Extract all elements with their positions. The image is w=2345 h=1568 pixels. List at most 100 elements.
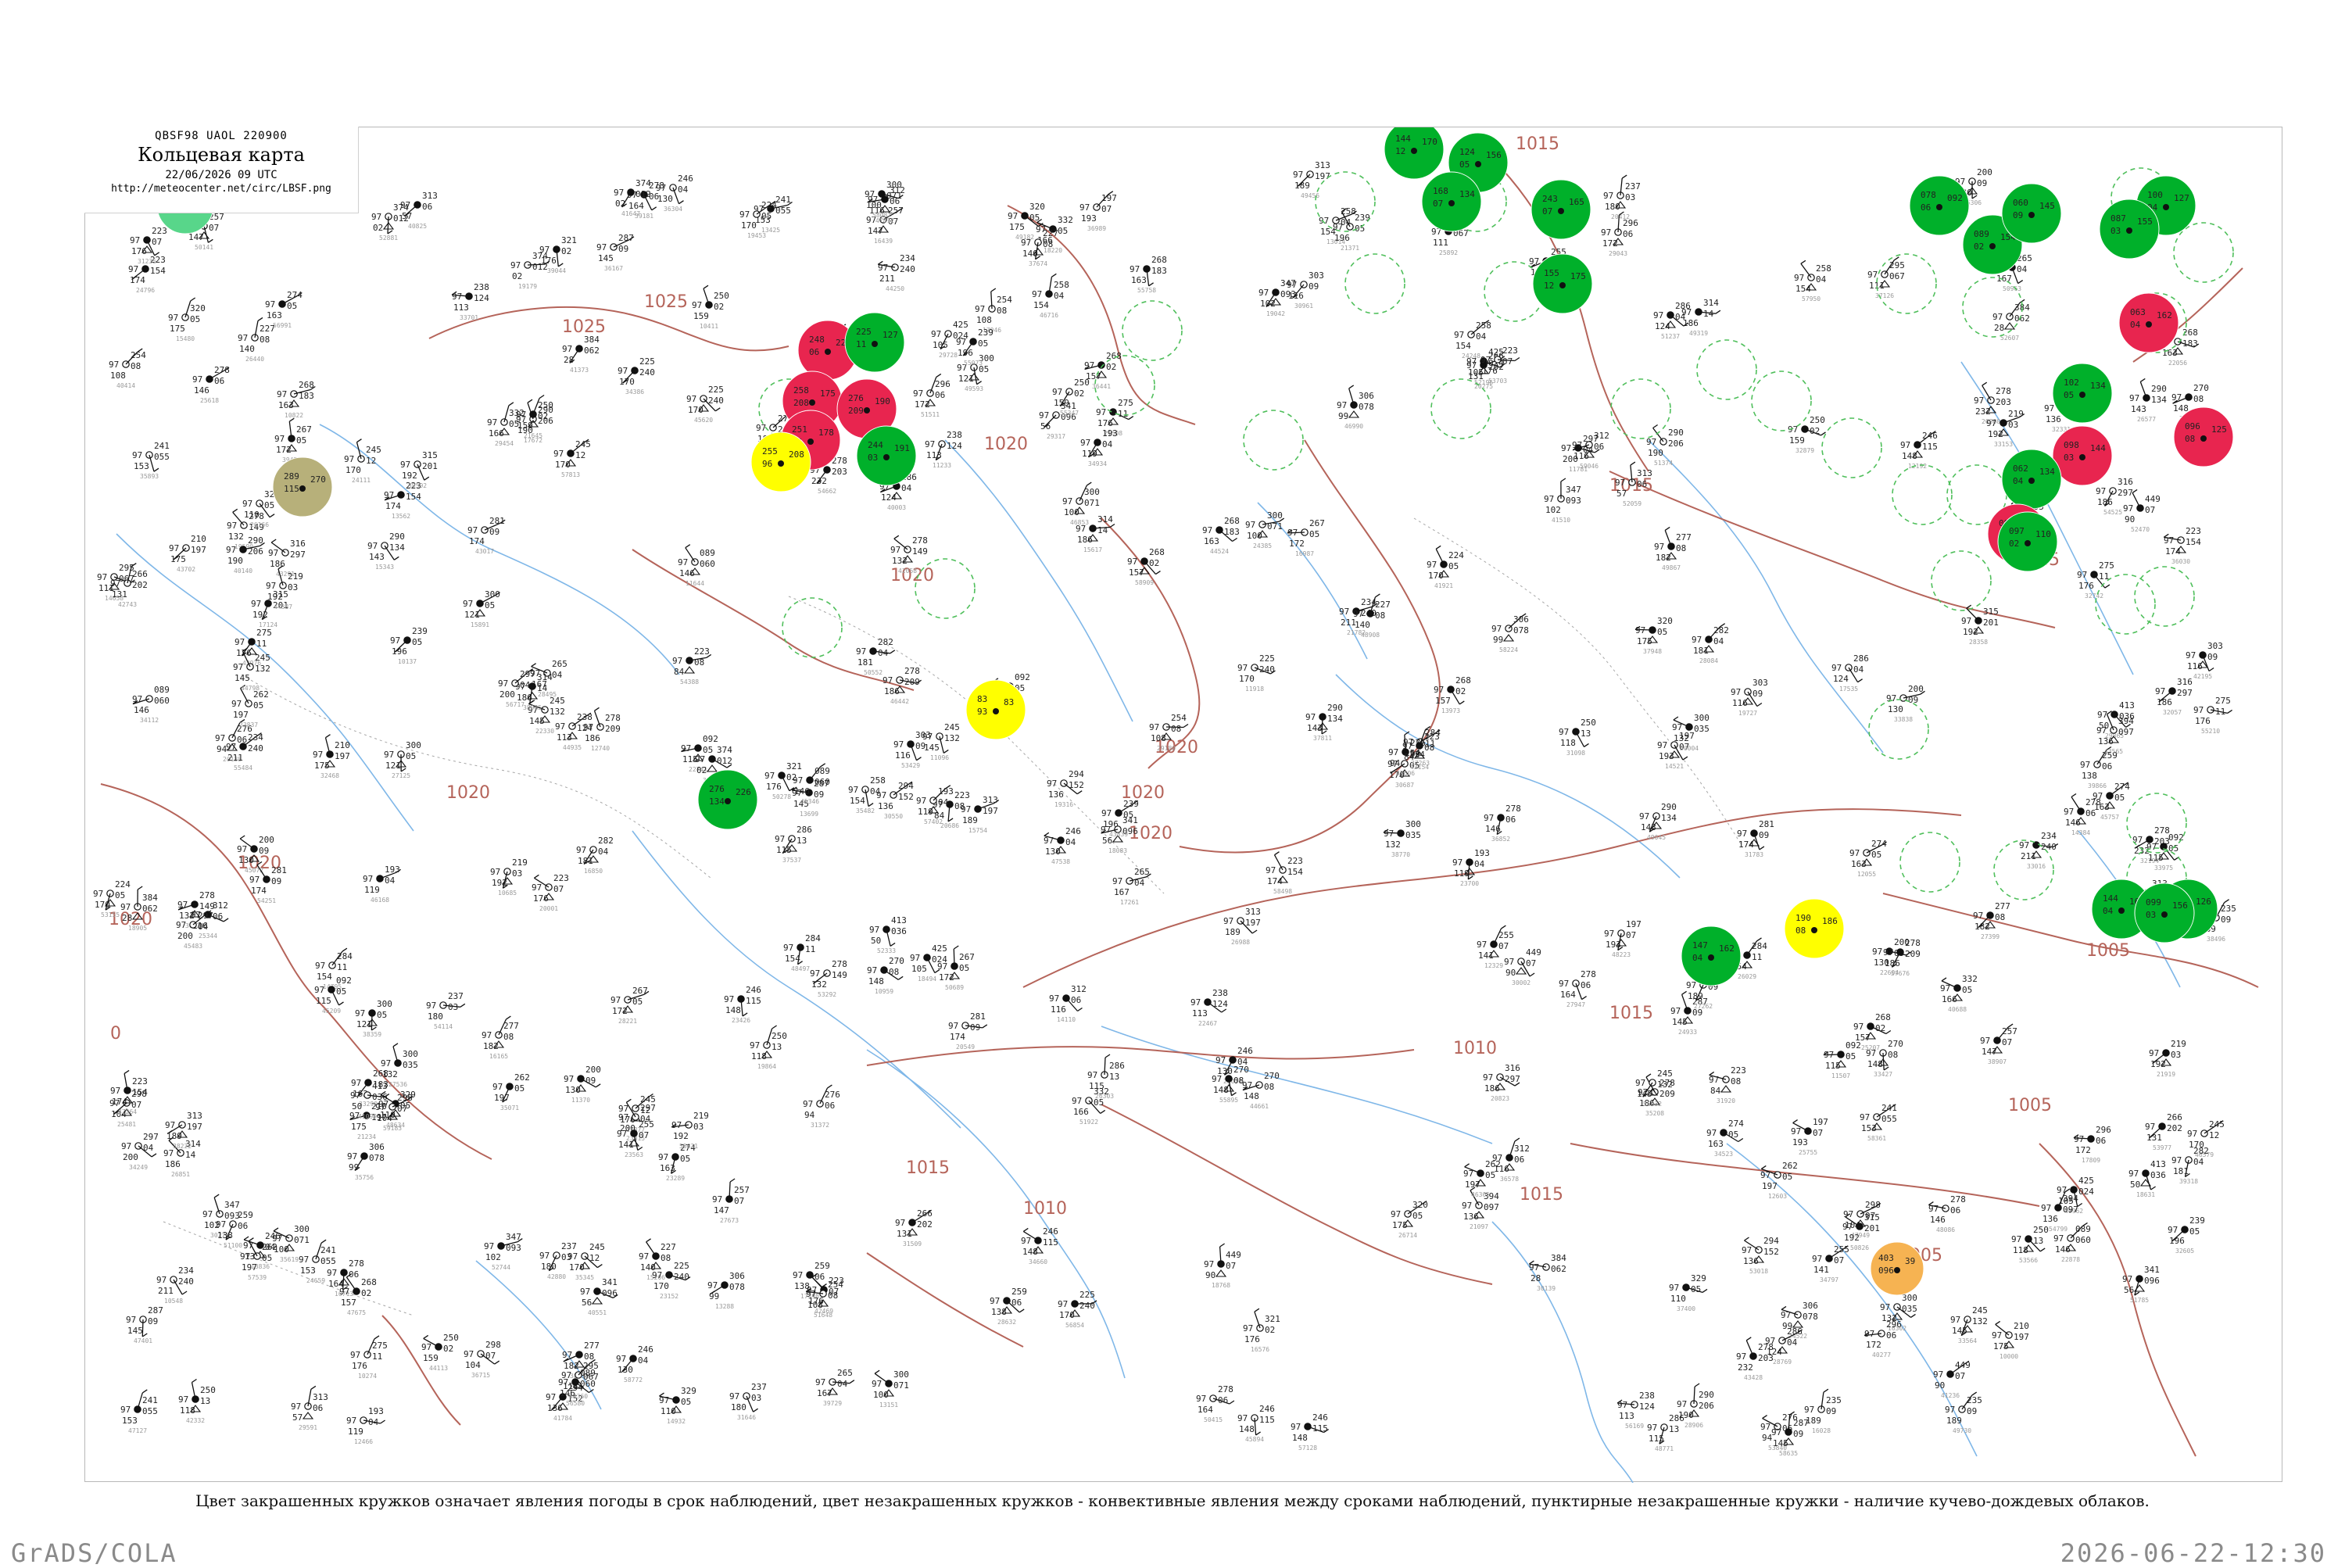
station-plot[interactable]: 3470939710252744 — [484, 1232, 522, 1271]
station-plot[interactable]: 300059712127125 — [384, 740, 421, 779]
station-plot[interactable]: 312069711614110 — [1049, 984, 1087, 1023]
station-plot[interactable]: 303099711619727 — [1731, 678, 1768, 717]
station-plot[interactable]: 341096975640551 — [580, 1277, 618, 1316]
station-plot[interactable]: 2681839716310822 — [277, 380, 315, 419]
station-plot[interactable]: 2410559715335893 — [132, 441, 170, 480]
station-plot[interactable]: 332059716640688 — [1940, 974, 1978, 1013]
station-plot[interactable]: 2252409717011918 — [1237, 653, 1276, 693]
weather-phenomenon-circle[interactable]: 09803144 — [2053, 426, 2112, 485]
cumulonimbus-circle[interactable] — [1122, 301, 1182, 360]
station-plot[interactable]: 267059717228221 — [610, 986, 649, 1025]
station-plot[interactable]: 219039719221919 — [2149, 1039, 2186, 1078]
station-plot[interactable]: 250139711853566 — [2011, 1225, 2049, 1264]
station-plot[interactable]: 2681839716344524 — [1202, 516, 1240, 555]
station-plot[interactable]: 2461159714812192 — [1900, 431, 1938, 470]
station-plot[interactable]: 2941529713653018 — [1742, 1236, 1779, 1275]
station-plot[interactable]: 277089718216165 — [482, 1016, 519, 1060]
station-plot[interactable]: 332059716629454 — [487, 403, 524, 447]
cumulonimbus-circle[interactable] — [782, 598, 842, 657]
station-plot[interactable]: 306078979913288 — [707, 1271, 745, 1310]
station-plot[interactable]: 3000359713238770 — [1384, 819, 1421, 858]
cumulonimbus-circle[interactable] — [1900, 832, 1960, 892]
weather-phenomenon-circle[interactable]: 07806092 — [1910, 176, 1969, 235]
station-plot[interactable]: 296069717240277 — [1864, 1319, 1902, 1359]
station-plot[interactable]: 265049716739729 — [815, 1368, 854, 1407]
station-plot[interactable]: 329059711037400 — [1669, 1273, 1707, 1312]
weather-phenomenon-circle[interactable]: 06009145 — [2002, 184, 2061, 243]
station-plot[interactable]: 2901349714326577 — [2129, 378, 2167, 423]
station-plot[interactable]: 2381249711344935 — [555, 712, 593, 751]
station-plot[interactable]: 332059716651922 — [1072, 1087, 1109, 1126]
weather-phenomenon-circle[interactable]: 09702110 — [1998, 512, 2057, 571]
weather-phenomenon-circle[interactable]: 22511127 — [845, 313, 904, 372]
station-plot[interactable]: 374012970252881 — [371, 202, 409, 242]
station-plot[interactable]: 2941529713630550 — [876, 781, 914, 820]
weather-phenomenon-circle[interactable]: 10205134 — [2053, 363, 2112, 423]
station-plot[interactable]: 44907979041236 — [1933, 1360, 1971, 1399]
station-plot[interactable]: 27606979431372 — [803, 1085, 840, 1129]
station-plot[interactable]: 2901349714337811 — [1305, 703, 1343, 742]
station-plot[interactable]: 250029715955347 — [1052, 378, 1090, 417]
station-plot[interactable]: 296069717217809 — [2074, 1125, 2111, 1164]
station-plot[interactable]: 270089714844661 — [1242, 1071, 1280, 1110]
station-plot[interactable]: 278069714648086 — [1928, 1194, 1966, 1233]
weather-phenomenon-circle[interactable]: 14412170 — [1384, 127, 1444, 179]
weather-phenomenon-circle[interactable]: 839383 — [966, 680, 1026, 739]
station-plot[interactable]: 2782039723243428 — [1736, 1337, 1774, 1381]
station-plot[interactable]: 250139711831098 — [1559, 718, 1596, 757]
station-plot[interactable]: 384062972841373 — [562, 335, 600, 374]
cumulonimbus-circle[interactable] — [1752, 371, 1811, 431]
station-plot[interactable]: 254089710840414 — [109, 349, 146, 389]
station-plot[interactable]: 197079719325755 — [1791, 1117, 1828, 1156]
station-plot[interactable]: 278069714625618 — [192, 365, 230, 404]
station-plot[interactable]: 2902069719051374 — [1646, 425, 1684, 467]
station-plot[interactable]: 282049718116850 — [576, 836, 614, 875]
station-plot[interactable]: 297049720034249 — [121, 1132, 159, 1171]
station-plot[interactable]: 2782099718646442 — [883, 666, 922, 705]
station-plot[interactable]: 257079714738907 — [1980, 1024, 2017, 1065]
station-plot[interactable]: 2461159714823426 — [724, 985, 761, 1024]
station-plot[interactable]: 267059717216987 — [1287, 518, 1325, 557]
station-plot[interactable]: 246049713036304 — [656, 174, 693, 213]
station-plot[interactable]: 296069717251511 — [913, 374, 951, 418]
station-plot[interactable]: 284119715448497 — [783, 933, 821, 972]
station-plot[interactable]: 258049715446716 — [1032, 274, 1069, 319]
station-plot[interactable]: 320059717537948 — [1635, 616, 1673, 655]
station-plot[interactable]: 3162979718620823 — [1483, 1063, 1520, 1102]
station-plot[interactable]: 306078979935756 — [347, 1142, 385, 1181]
station-plot[interactable]: 3470939710241510 — [1544, 478, 1581, 524]
weather-phenomenon-circle[interactable]: 24403191 — [857, 426, 916, 485]
station-plot[interactable]: 321029717616576 — [1243, 1308, 1280, 1353]
cumulonimbus-circle[interactable] — [2174, 223, 2233, 282]
station-plot[interactable]: 219039719210685 — [490, 857, 528, 897]
weather-phenomenon-circle[interactable]: 06304162 — [2119, 293, 2179, 353]
station-plot[interactable]: 237039718054114 — [426, 991, 465, 1030]
station-plot[interactable]: 197079719336989 — [1079, 192, 1117, 232]
station-plot[interactable]: 275119717610274 — [350, 1336, 388, 1380]
station-plot[interactable]: 239059719632605 — [2168, 1215, 2205, 1255]
station-plot[interactable]: 246049713058772 — [616, 1344, 653, 1384]
station-plot[interactable]: 274059716312055 — [1849, 839, 1887, 878]
cumulonimbus-circle[interactable] — [1931, 551, 1991, 610]
station-plot[interactable]: 3000719710046853 — [1062, 482, 1100, 526]
station-plot[interactable]: 278069716450415 — [1196, 1384, 1234, 1423]
station-plot[interactable]: 193049711946168 — [363, 865, 401, 904]
station-plot[interactable]: 250139711842332 — [178, 1380, 216, 1425]
station-plot[interactable]: 270089714810959 — [867, 956, 904, 995]
station-plot[interactable]: 31306975729591 — [291, 1386, 328, 1431]
station-plot[interactable]: 298079710436715 — [464, 1340, 501, 1379]
cumulonimbus-circle[interactable] — [915, 559, 975, 618]
station-plot[interactable]: 300059712115891 — [463, 589, 500, 628]
map-source-url[interactable]: http://meteocenter.net/circ/LBSF.png — [84, 183, 358, 195]
cumulonimbus-circle[interactable] — [1611, 379, 1670, 439]
station-plot[interactable]: 267059717239455 — [274, 418, 312, 464]
station-plot[interactable]: 3162979718632057 — [2155, 677, 2193, 716]
station-plot[interactable]: 31306975752059 — [1615, 462, 1652, 507]
station-plot[interactable]: 281099717443017 — [467, 516, 505, 555]
station-plot[interactable]: 306078979958224 — [1491, 614, 1529, 653]
station-plot[interactable]: 3131979718915754 — [961, 795, 999, 834]
station-plot[interactable]: 384062972830139 — [1529, 1253, 1566, 1292]
station-plot[interactable]: 2410559715347127 — [120, 1390, 158, 1434]
station-plot[interactable]: 413036975018631 — [2128, 1159, 2166, 1198]
cumulonimbus-circle[interactable] — [1345, 254, 1405, 313]
